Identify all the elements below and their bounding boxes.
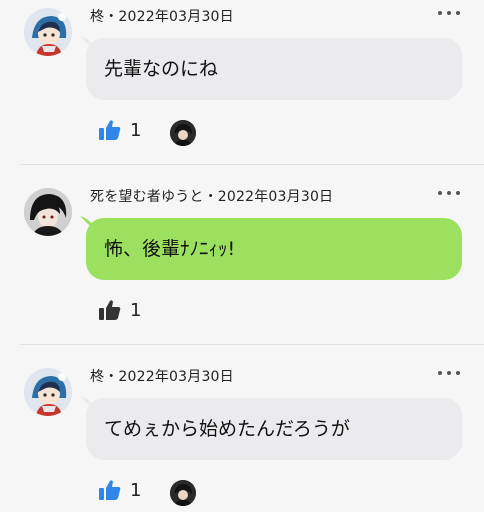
comment-bubble: てめぇから始めたんだろうが: [86, 398, 462, 460]
comment-thread: 柊・2022年03月30日 先輩なのにね 1 死を望む者ゆうと・2022年03月…: [0, 0, 484, 512]
comment-divider: [20, 164, 484, 165]
like-button[interactable]: 1: [98, 118, 141, 142]
comment-bubble: 先輩なのにね: [86, 38, 462, 100]
comment-bubble: 怖、後輩ﾅﾉﾆｨｯ!: [86, 218, 462, 280]
more-options-icon[interactable]: [438, 369, 460, 377]
comment-meta: 柊・2022年03月30日: [90, 369, 234, 385]
thumbs-up-icon: [99, 120, 121, 140]
more-options-icon[interactable]: [438, 9, 460, 17]
dark-avatar-icon[interactable]: [170, 480, 196, 506]
like-count: 1: [130, 479, 142, 501]
like-count: 1: [130, 119, 142, 141]
like-button[interactable]: 1: [98, 298, 141, 322]
more-options-icon[interactable]: [438, 189, 460, 197]
like-count: 1: [130, 299, 142, 321]
dark-avatar-icon[interactable]: [170, 120, 196, 146]
anime-avatar-blue-hood-icon[interactable]: [24, 368, 72, 416]
anime-avatar-blue-hood-icon[interactable]: [24, 8, 72, 56]
comment-meta: 死を望む者ゆうと・2022年03月30日: [90, 189, 334, 205]
dark-anime-avatar-icon[interactable]: [24, 188, 72, 236]
like-button[interactable]: 1: [98, 478, 141, 502]
comment-divider: [20, 344, 484, 345]
thumbs-up-icon: [99, 480, 121, 500]
comment-meta: 柊・2022年03月30日: [90, 9, 234, 25]
thumbs-up-icon: [99, 300, 121, 320]
